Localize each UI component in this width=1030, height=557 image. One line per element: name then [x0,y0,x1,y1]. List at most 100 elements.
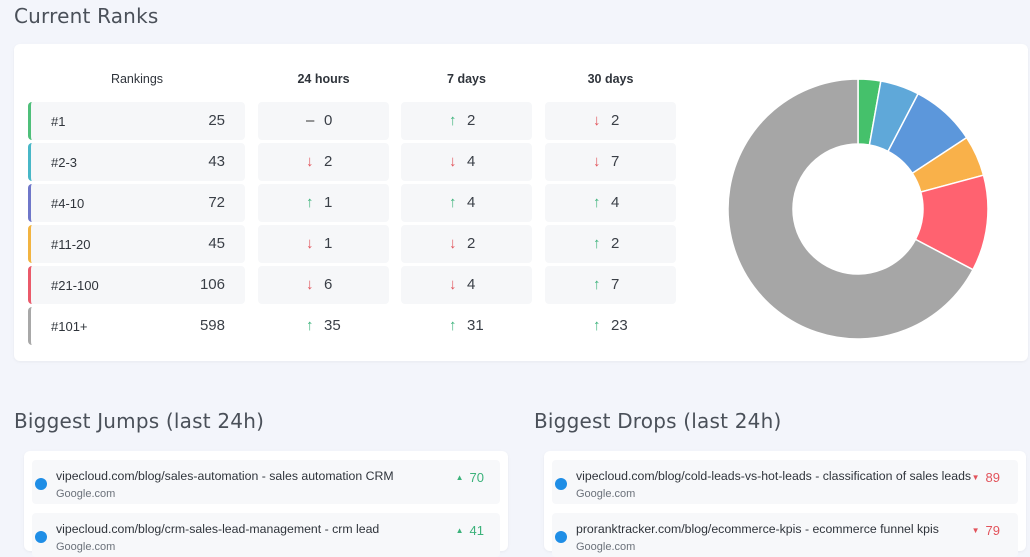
arrow-down-icon: ↓ [449,276,457,293]
change-value: 1 [324,235,333,252]
arrow-down-icon: ↓ [593,112,601,129]
change-7d-cell: ↓ 4 [401,143,532,181]
change-24h-cell: –0 [258,102,389,140]
search-engine-dot-icon [35,478,47,490]
change-value: 2 [467,112,476,129]
arrow-up-icon: ↑ [593,235,601,252]
change-value: 6 [324,276,333,293]
jump-value: ▲ 41 [455,523,484,538]
change-30d-cell: ↑ 23 [545,307,676,345]
rank-bucket-row[interactable]: #2-3 43 [28,143,245,181]
search-engine-dot-icon [555,531,567,543]
change-value: 35 [324,317,341,334]
change-value: 7 [611,276,620,293]
jump-url-keyword[interactable]: vipecloud.com/blog/crm-sales-lead-manage… [56,522,379,536]
arrow-up-icon: ↑ [449,194,457,211]
arrow-up-icon: ↑ [593,317,601,334]
change-value: 2 [324,153,333,170]
rank-bucket-count: 43 [208,153,225,170]
rank-bucket-label: #2-3 [51,155,78,170]
rank-bucket-row[interactable]: #21-100 106 [28,266,245,304]
arrow-up-icon: ↑ [593,276,601,293]
change-value: 4 [467,153,476,170]
rank-bucket-row[interactable]: #1 25 [28,102,245,140]
biggest-jumps-card: vipecloud.com/blog/sales-automation - sa… [24,451,508,557]
biggest-drops-title: Biggest Drops (last 24h) [534,409,782,433]
arrow-down-icon: ↓ [306,153,314,170]
change-7d-cell: ↓ 2 [401,225,532,263]
col-header-30d[interactable]: 30 days [545,72,676,86]
rank-bucket-count: 25 [208,112,225,129]
change-7d-cell: ↑ 2 [401,102,532,140]
jump-url-keyword[interactable]: vipecloud.com/blog/sales-automation - sa… [56,469,394,483]
change-value: 4 [467,276,476,293]
current-ranks-title: Current Ranks [14,4,159,28]
rank-bucket-count: 106 [199,276,225,293]
change-30d-cell: ↑ 2 [545,225,676,263]
arrow-up-icon: ↑ [593,194,601,211]
search-engine-dot-icon [35,531,47,543]
arrow-down-icon: ↓ [306,276,314,293]
biggest-jumps-title: Biggest Jumps (last 24h) [14,409,265,433]
drop-value: ▼ 79 [971,523,1000,538]
change-value: 23 [611,317,628,334]
rank-bucket-count: 598 [199,317,225,334]
jump-source: Google.com [56,488,116,500]
rank-bucket-row[interactable]: #4-10 72 [28,184,245,222]
biggest-drops-card: vipecloud.com/blog/cold-leads-vs-hot-lea… [544,451,1026,557]
change-30d-cell: ↓ 7 [545,143,676,181]
change-24h-cell: ↓ 6 [258,266,389,304]
change-24h-cell: ↓ 2 [258,143,389,181]
col-header-24h[interactable]: 24 hours [258,72,389,86]
arrow-up-icon: ↑ [449,317,457,334]
triangle-down-icon: ▼ [971,473,980,482]
arrow-down-icon: ↓ [449,235,457,252]
drop-value: ▼ 89 [971,470,1000,485]
change-value: 4 [611,194,620,211]
arrow-up-icon: ↑ [306,317,314,334]
drop-url-keyword[interactable]: vipecloud.com/blog/cold-leads-vs-hot-lea… [576,469,971,483]
col-header-7d[interactable]: 7 days [401,72,532,86]
change-value: 4 [467,194,476,211]
search-engine-dot-icon [555,478,567,490]
rank-bucket-count: 45 [208,235,225,252]
jump-source: Google.com [56,541,116,553]
rank-bucket-label: #11-20 [51,237,91,252]
arrow-down-icon: ↓ [593,153,601,170]
drop-source: Google.com [576,488,636,500]
change-value: 2 [467,235,476,252]
change-24h-cell: ↓ 1 [258,225,389,263]
change-value: 2 [611,112,620,129]
change-value: 1 [324,194,333,211]
drop-source: Google.com [576,541,636,553]
rank-bucket-label: #21-100 [51,278,99,293]
triangle-down-icon: ▼ [971,526,980,535]
rank-bucket-label: #101+ [51,319,88,334]
arrow-up-icon: ↑ [306,194,314,211]
drop-list-item[interactable]: vipecloud.com/blog/cold-leads-vs-hot-lea… [552,460,1018,504]
jump-value: ▲ 70 [455,470,484,485]
change-24h-cell: ↑ 35 [258,307,389,345]
drop-list-item[interactable]: proranktracker.com/blog/ecommerce-kpis -… [552,513,1018,557]
triangle-up-icon: ▲ [455,526,464,535]
change-30d-cell: ↑ 7 [545,266,676,304]
rank-bucket-row[interactable]: #11-20 45 [28,225,245,263]
drop-url-keyword[interactable]: proranktracker.com/blog/ecommerce-kpis -… [576,522,939,536]
rank-bucket-label: #4-10 [51,196,85,211]
arrow-down-icon: ↓ [449,153,457,170]
rank-bucket-row[interactable]: #101+ 598 [28,307,245,345]
arrow-down-icon: ↓ [306,235,314,252]
change-value: 2 [611,235,620,252]
jump-list-item[interactable]: vipecloud.com/blog/sales-automation - sa… [32,460,500,504]
rank-bucket-count: 72 [208,194,225,211]
jump-list-item[interactable]: vipecloud.com/blog/crm-sales-lead-manage… [32,513,500,557]
change-7d-cell: ↑ 31 [401,307,532,345]
change-30d-cell: ↑ 4 [545,184,676,222]
change-value: 31 [467,317,484,334]
change-value: 0 [324,112,333,129]
change-7d-cell: ↓ 4 [401,266,532,304]
rankings-donut-chart [727,78,989,340]
change-30d-cell: ↓ 2 [545,102,676,140]
rank-bucket-label: #1 [51,114,66,129]
arrow-flat-icon: – [306,112,315,129]
